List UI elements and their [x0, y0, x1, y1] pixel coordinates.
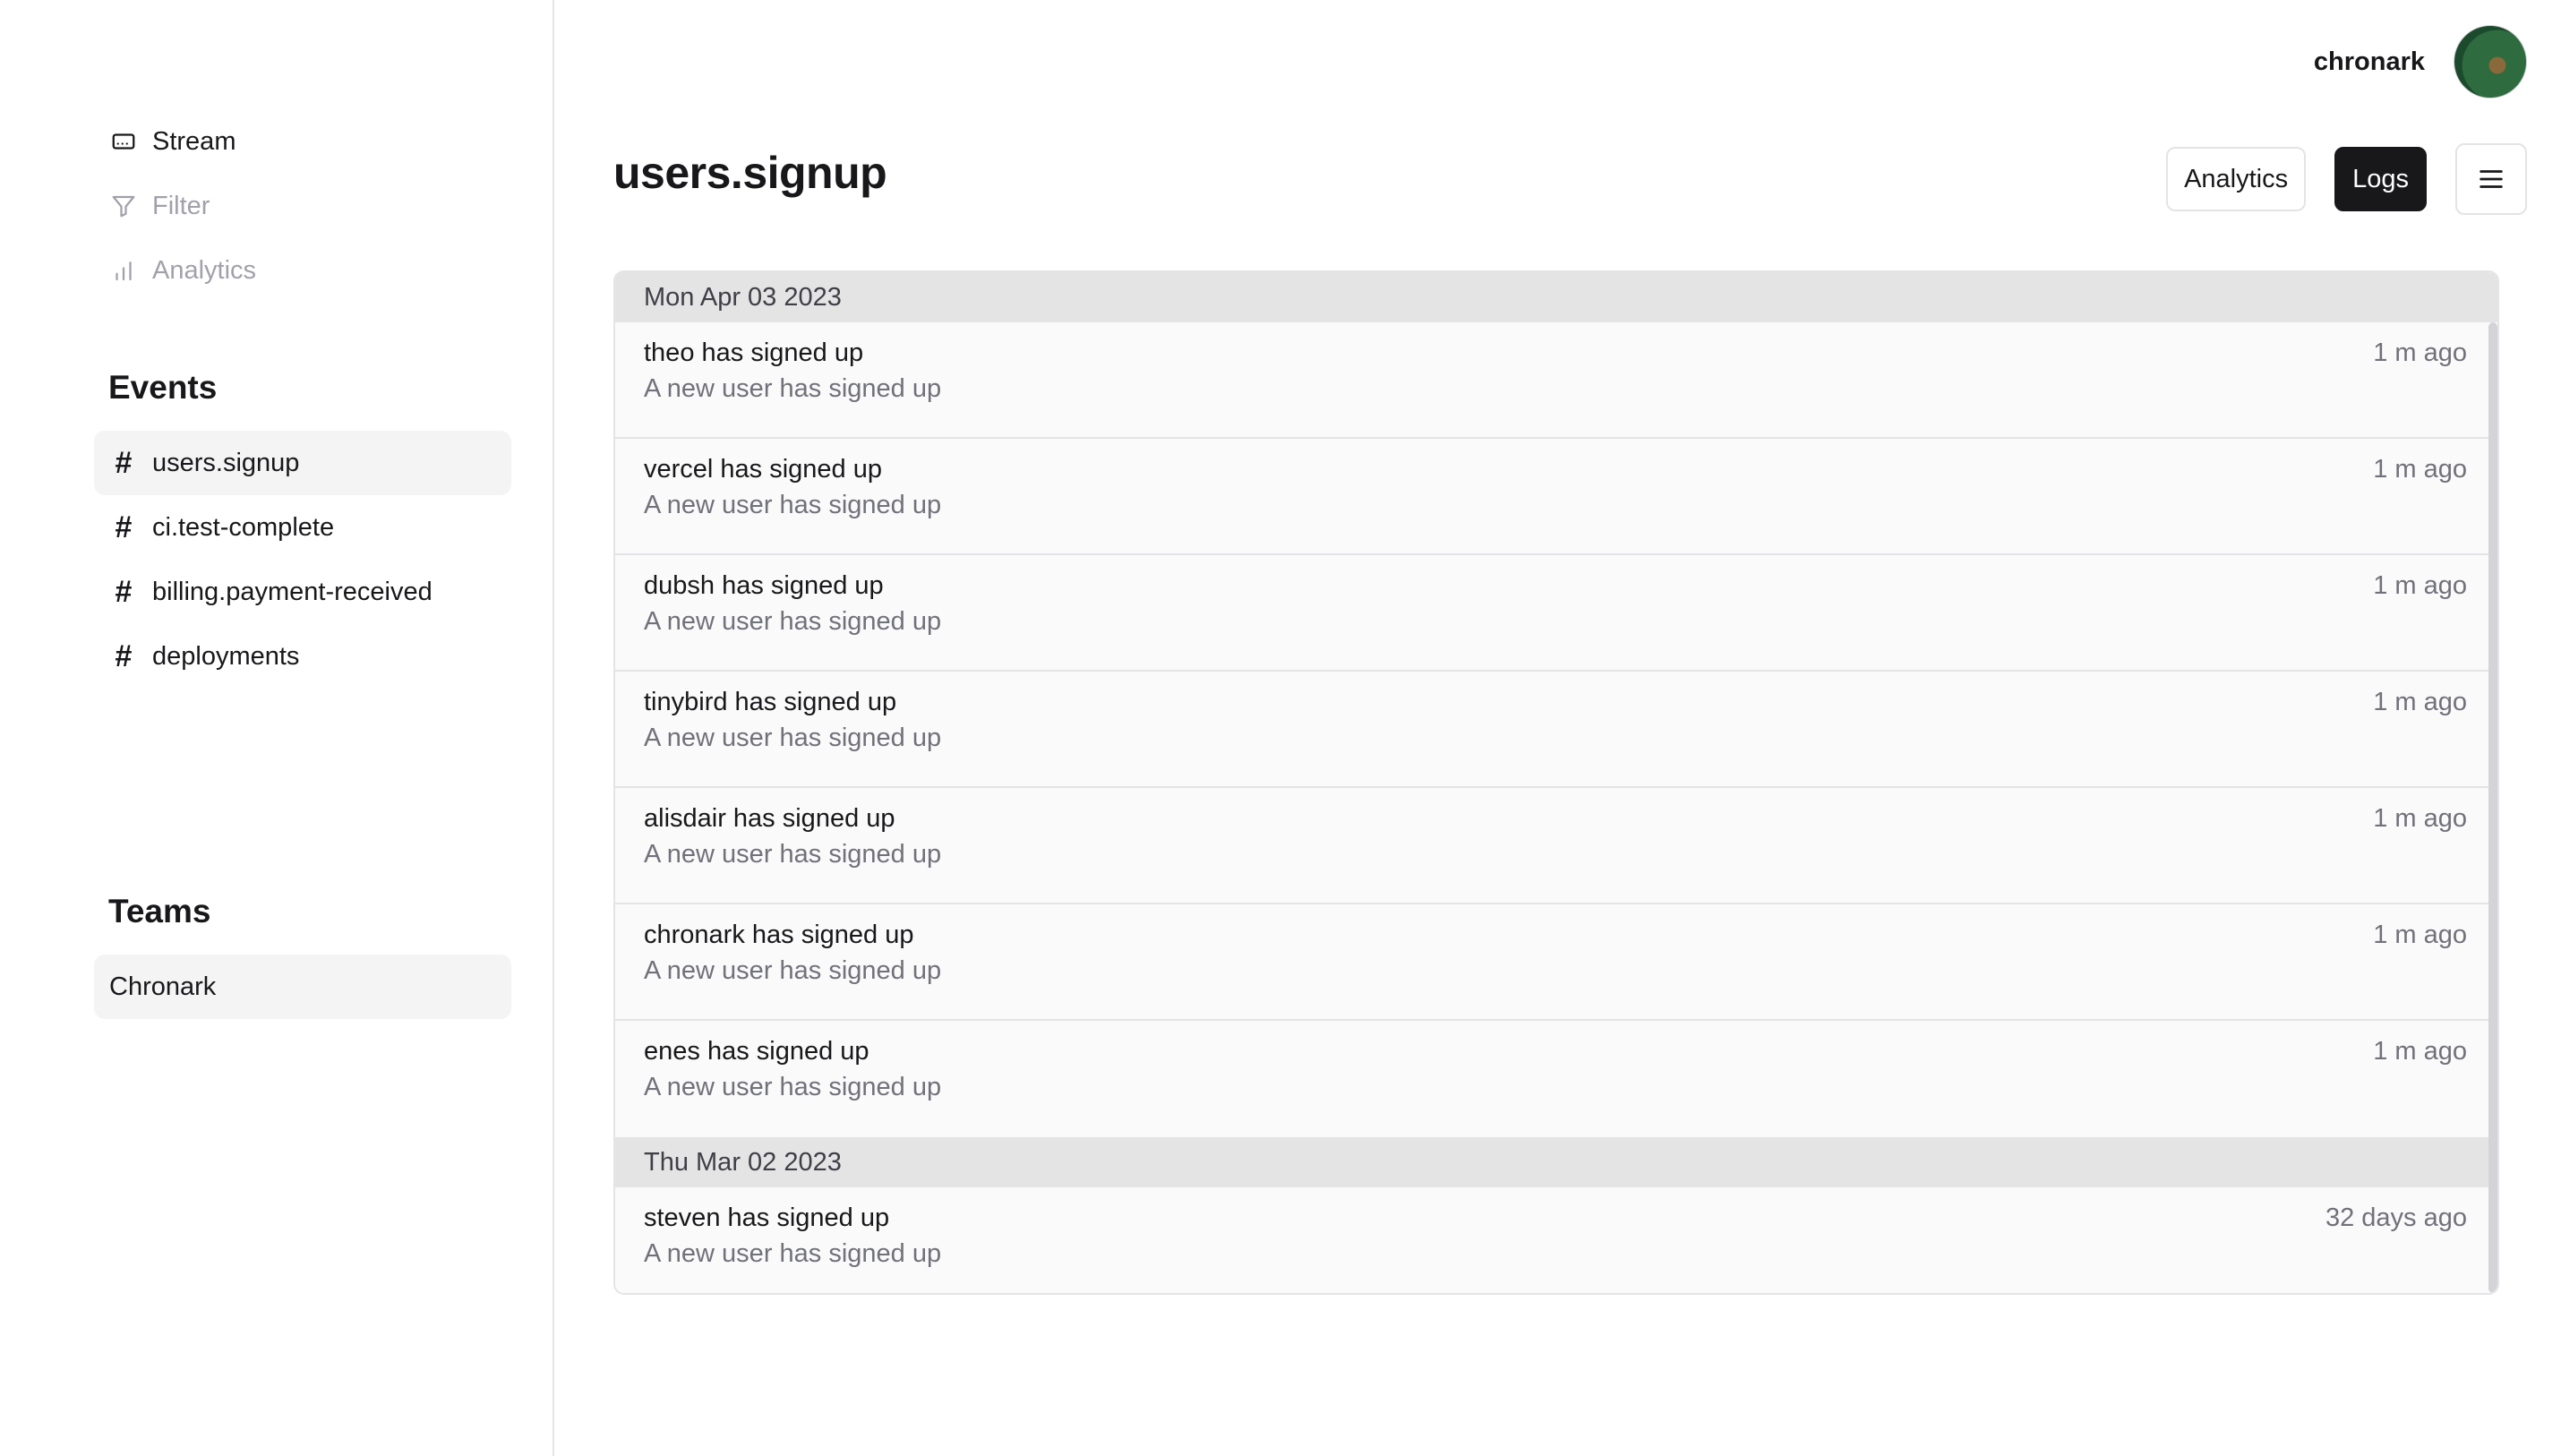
- log-row-description: A new user has signed up: [644, 607, 942, 636]
- team-item-chronark[interactable]: Chronark: [94, 955, 511, 1019]
- teams-heading: Teams: [108, 893, 211, 929]
- log-row-time: 1 m ago: [2373, 1037, 2467, 1066]
- log-row-title: enes has signed up: [644, 1037, 869, 1066]
- nav-item-analytics[interactable]: Analytics: [94, 238, 511, 303]
- stream-icon: [109, 127, 138, 156]
- day-header: Thu Mar 02 2023: [615, 1137, 2497, 1187]
- event-item-label: users.signup: [152, 448, 300, 477]
- hash-icon: #: [115, 510, 133, 544]
- log-row-title: alisdair has signed up: [644, 804, 895, 833]
- log-row-time: 1 m ago: [2373, 921, 2467, 949]
- teams-list: Chronark: [94, 955, 511, 1019]
- log-row[interactable]: alisdair has signed up A new user has si…: [615, 788, 2497, 904]
- log-row-title: vercel has signed up: [644, 455, 882, 484]
- log-row-description: A new user has signed up: [644, 1239, 942, 1268]
- nav-item-label: Stream: [152, 126, 236, 156]
- nav-item-label: Filter: [152, 191, 210, 220]
- log-row-title: chronark has signed up: [644, 921, 914, 949]
- log-row-time: 1 m ago: [2373, 571, 2467, 600]
- event-item-deployments[interactable]: # deployments: [94, 624, 511, 689]
- log-row-description: A new user has signed up: [644, 840, 942, 869]
- log-row-description: A new user has signed up: [644, 1073, 942, 1101]
- log-row-description: A new user has signed up: [644, 724, 942, 752]
- header-actions: Analytics Logs: [2166, 143, 2527, 215]
- sidebar-nav: Stream Filter Analytics: [94, 109, 511, 303]
- event-item-label: billing.payment-received: [152, 577, 433, 606]
- log-row[interactable]: enes has signed up A new user has signed…: [615, 1021, 2497, 1137]
- log-row[interactable]: vercel has signed up A new user has sign…: [615, 439, 2497, 555]
- event-item-users-signup[interactable]: # users.signup: [94, 431, 511, 495]
- menu-button[interactable]: [2455, 143, 2527, 215]
- sidebar: Stream Filter Analytics Events # users.s…: [0, 0, 554, 1456]
- event-item-ci-test-complete[interactable]: # ci.test-complete: [94, 495, 511, 560]
- events-heading: Events: [108, 369, 218, 406]
- event-item-billing-payment-received[interactable]: # billing.payment-received: [94, 560, 511, 624]
- log-row[interactable]: theo has signed up A new user has signed…: [615, 322, 2497, 439]
- main-content: chronark users.signup Analytics Logs Mon…: [554, 0, 2561, 1456]
- log-row-time: 32 days ago: [2325, 1203, 2467, 1232]
- nav-item-label: Analytics: [152, 255, 257, 285]
- log-row[interactable]: tinybird has signed up A new user has si…: [615, 672, 2497, 788]
- bar-chart-icon: [109, 256, 138, 285]
- page-title: users.signup: [613, 148, 887, 198]
- log-row[interactable]: steven has signed up A new user has sign…: [615, 1187, 2497, 1293]
- log-row-title: tinybird has signed up: [644, 688, 897, 716]
- hash-icon: #: [115, 445, 133, 480]
- nav-item-filter[interactable]: Filter: [94, 174, 511, 238]
- log-row[interactable]: chronark has signed up A new user has si…: [615, 904, 2497, 1021]
- team-item-label: Chronark: [109, 972, 217, 1001]
- log-row-time: 1 m ago: [2373, 455, 2467, 484]
- log-row-description: A new user has signed up: [644, 374, 942, 403]
- log-row-time: 1 m ago: [2373, 688, 2467, 716]
- log-row[interactable]: dubsh has signed up A new user has signe…: [615, 555, 2497, 672]
- scrollbar-thumb[interactable]: [2488, 322, 2497, 1293]
- log-row-title: dubsh has signed up: [644, 571, 884, 600]
- hamburger-menu-icon: [2480, 170, 2503, 188]
- hash-icon: #: [115, 638, 133, 673]
- logs-button[interactable]: Logs: [2334, 147, 2427, 211]
- day-header: Mon Apr 03 2023: [615, 272, 2497, 322]
- log-row-description: A new user has signed up: [644, 491, 942, 519]
- avatar[interactable]: [2454, 25, 2527, 98]
- scrollbar[interactable]: [2488, 322, 2497, 1293]
- user-menu[interactable]: chronark: [2314, 25, 2527, 98]
- log-row-title: theo has signed up: [644, 338, 864, 367]
- event-item-label: deployments: [152, 641, 300, 671]
- log-row-time: 1 m ago: [2373, 804, 2467, 833]
- log-row-time: 1 m ago: [2373, 338, 2467, 367]
- event-item-label: ci.test-complete: [152, 512, 335, 542]
- analytics-button[interactable]: Analytics: [2166, 147, 2307, 211]
- event-log: Mon Apr 03 2023 theo has signed up A new…: [613, 270, 2499, 1295]
- log-row-title: steven has signed up: [644, 1203, 890, 1232]
- user-name: chronark: [2313, 47, 2425, 76]
- events-list: # users.signup # ci.test-complete # bill…: [94, 431, 511, 689]
- hash-icon: #: [115, 574, 133, 609]
- filter-icon: [109, 192, 138, 220]
- nav-item-stream[interactable]: Stream: [94, 109, 511, 174]
- log-row-description: A new user has signed up: [644, 956, 942, 985]
